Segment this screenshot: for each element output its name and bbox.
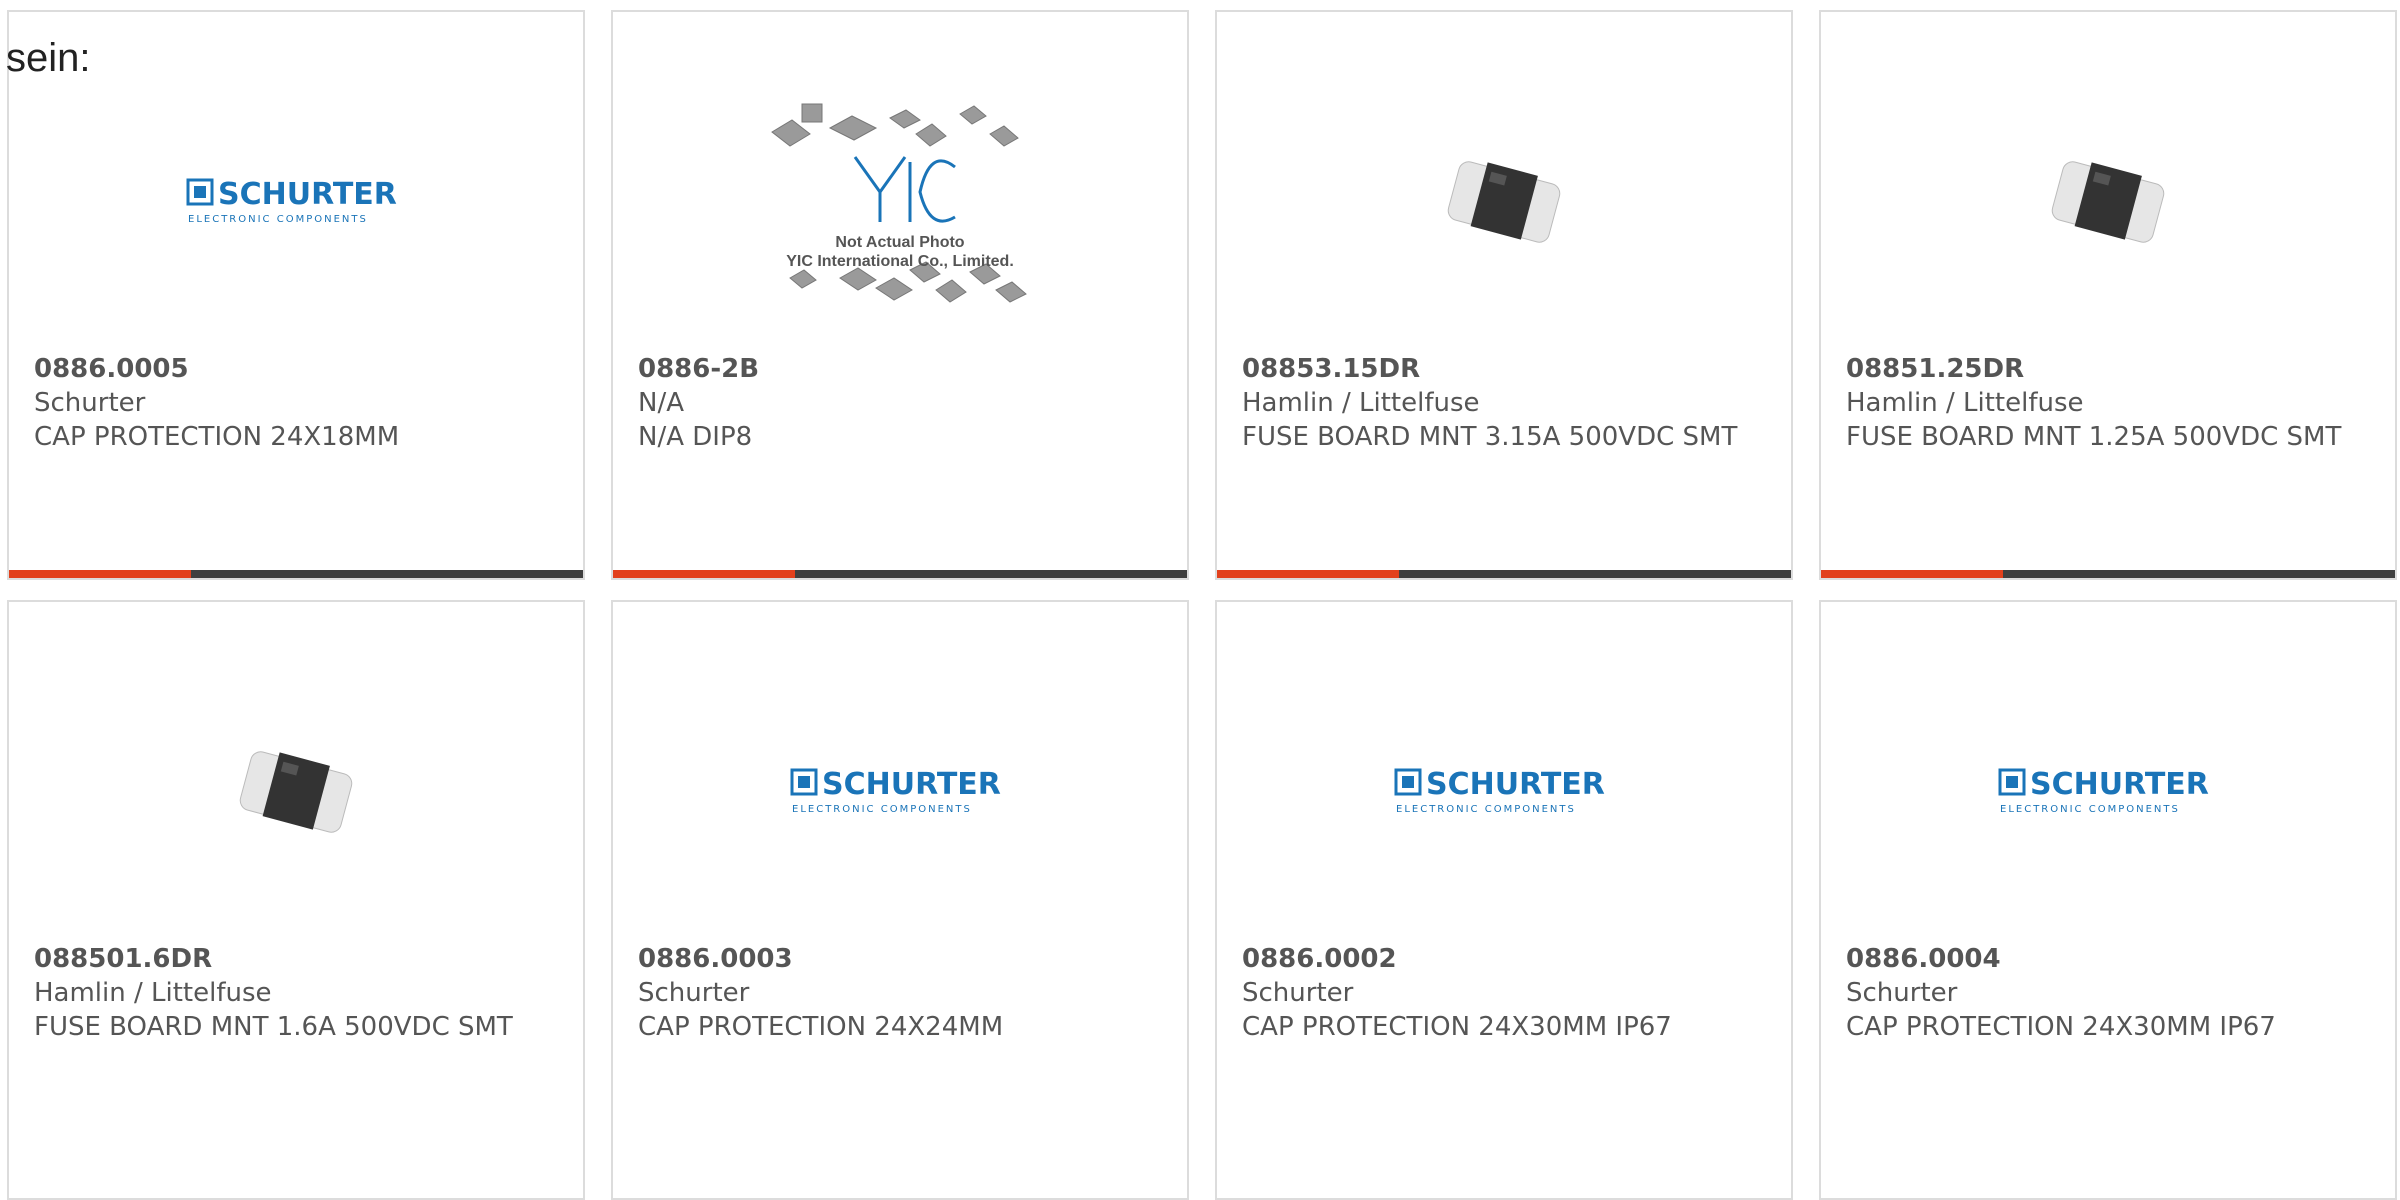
part-number[interactable]: 0886.0005 — [34, 352, 563, 386]
product-info: 08851.25DR Hamlin / Littelfuse FUSE BOAR… — [1846, 352, 2375, 454]
manufacturer: Schurter — [34, 388, 146, 418]
manufacturer: Schurter — [1242, 978, 1354, 1008]
description: CAP PROTECTION 24X30MM IP67 — [1242, 1012, 1672, 1042]
product-image[interactable]: SCHURTER ELECTRONIC COMPONENTS — [9, 52, 583, 352]
product-card[interactable]: 088501.6DR Hamlin / Littelfuse FUSE BOAR… — [7, 600, 585, 1200]
product-card[interactable]: Not Actual Photo YIC International Co., … — [611, 10, 1189, 580]
product-info: 0886.0004 Schurter CAP PROTECTION 24X30M… — [1846, 942, 2375, 1044]
card-bottom-bar — [1217, 570, 1791, 578]
svg-text:ELECTRONIC COMPONENTS: ELECTRONIC COMPONENTS — [188, 214, 368, 225]
description: CAP PROTECTION 24X30MM IP67 — [1846, 1012, 2276, 1042]
manufacturer: Hamlin / Littelfuse — [1242, 388, 1480, 418]
product-info: 0886.0003 Schurter CAP PROTECTION 24X24M… — [638, 942, 1167, 1044]
svg-text:SCHURTER: SCHURTER — [218, 177, 397, 212]
svg-text:YIC International Co., Limited: YIC International Co., Limited. — [786, 253, 1014, 270]
product-info: 08853.15DR Hamlin / Littelfuse FUSE BOAR… — [1242, 352, 1771, 454]
card-accent — [9, 570, 191, 578]
smd-fuse-image — [2051, 161, 2165, 243]
yic-placeholder-image: Not Actual Photo YIC International Co., … — [771, 103, 1027, 303]
part-number[interactable]: 08853.15DR — [1242, 352, 1771, 386]
product-info: 088501.6DR Hamlin / Littelfuse FUSE BOAR… — [34, 942, 563, 1044]
card-accent — [613, 570, 795, 578]
smd-fuse-image — [1447, 161, 1561, 243]
product-image[interactable] — [1821, 52, 2395, 352]
product-image[interactable] — [1217, 52, 1791, 352]
manufacturer: Hamlin / Littelfuse — [34, 978, 272, 1008]
manufacturer: Hamlin / Littelfuse — [1846, 388, 2084, 418]
smd-fuse-image — [239, 751, 353, 833]
schurter-logo: SCHURTER ELECTRONIC COMPONENTS — [790, 767, 1001, 815]
description: CAP PROTECTION 24X24MM — [638, 1012, 1004, 1042]
description: FUSE BOARD MNT 3.15A 500VDC SMT — [1242, 422, 1738, 452]
schurter-logo: SCHURTER ELECTRONIC COMPONENTS — [1998, 767, 2209, 815]
svg-text:ELECTRONIC COMPONENTS: ELECTRONIC COMPONENTS — [1396, 804, 1576, 815]
intro-text: sein: — [6, 36, 91, 80]
product-grid: SCHURTER ELECTRONIC COMPONENTS 0886.0005… — [7, 10, 2400, 1200]
part-number[interactable]: 088501.6DR — [34, 942, 563, 976]
part-number[interactable]: 08851.25DR — [1846, 352, 2375, 386]
svg-text:Not Actual Photo: Not Actual Photo — [835, 234, 964, 251]
product-card[interactable]: SCHURTER ELECTRONIC COMPONENTS 0886.0004… — [1819, 600, 2397, 1200]
product-image[interactable]: SCHURTER ELECTRONIC COMPONENTS — [1821, 642, 2395, 942]
product-image[interactable]: SCHURTER ELECTRONIC COMPONENTS — [613, 642, 1187, 942]
part-number[interactable]: 0886.0003 — [638, 942, 1167, 976]
product-info: 0886.0002 Schurter CAP PROTECTION 24X30M… — [1242, 942, 1771, 1044]
schurter-logo: SCHURTER ELECTRONIC COMPONENTS — [186, 177, 397, 225]
card-accent — [1821, 570, 2003, 578]
svg-text:ELECTRONIC COMPONENTS: ELECTRONIC COMPONENTS — [2000, 804, 2180, 815]
product-image[interactable]: SCHURTER ELECTRONIC COMPONENTS — [1217, 642, 1791, 942]
part-number[interactable]: 0886.0004 — [1846, 942, 2375, 976]
product-info: 0886.0005 Schurter CAP PROTECTION 24X18M… — [34, 352, 563, 454]
card-bottom-bar — [613, 570, 1187, 578]
product-card[interactable]: SCHURTER ELECTRONIC COMPONENTS 0886.0002… — [1215, 600, 1793, 1200]
svg-text:ELECTRONIC COMPONENTS: ELECTRONIC COMPONENTS — [792, 804, 972, 815]
product-card[interactable]: SCHURTER ELECTRONIC COMPONENTS 0886.0005… — [7, 10, 585, 580]
manufacturer: Schurter — [1846, 978, 1958, 1008]
schurter-logo: SCHURTER ELECTRONIC COMPONENTS — [1394, 767, 1605, 815]
description: FUSE BOARD MNT 1.6A 500VDC SMT — [34, 1012, 513, 1042]
card-bottom-bar — [9, 570, 583, 578]
product-card[interactable]: SCHURTER ELECTRONIC COMPONENTS 0886.0003… — [611, 600, 1189, 1200]
description: FUSE BOARD MNT 1.25A 500VDC SMT — [1846, 422, 2342, 452]
card-accent — [1217, 570, 1399, 578]
svg-text:SCHURTER: SCHURTER — [822, 767, 1001, 802]
part-number[interactable]: 0886-2B — [638, 352, 1167, 386]
manufacturer: N/A — [638, 388, 684, 418]
svg-text:SCHURTER: SCHURTER — [1426, 767, 1605, 802]
product-card[interactable]: 08851.25DR Hamlin / Littelfuse FUSE BOAR… — [1819, 10, 2397, 580]
manufacturer: Schurter — [638, 978, 750, 1008]
description: CAP PROTECTION 24X18MM — [34, 422, 400, 452]
svg-text:SCHURTER: SCHURTER — [2030, 767, 2209, 802]
card-bottom-bar — [1821, 570, 2395, 578]
part-number[interactable]: 0886.0002 — [1242, 942, 1771, 976]
product-image[interactable] — [9, 642, 583, 942]
product-info: 0886-2B N/A N/A DIP8 — [638, 352, 1167, 454]
product-card[interactable]: 08853.15DR Hamlin / Littelfuse FUSE BOAR… — [1215, 10, 1793, 580]
product-image[interactable]: Not Actual Photo YIC International Co., … — [613, 52, 1187, 352]
description: N/A DIP8 — [638, 422, 753, 452]
